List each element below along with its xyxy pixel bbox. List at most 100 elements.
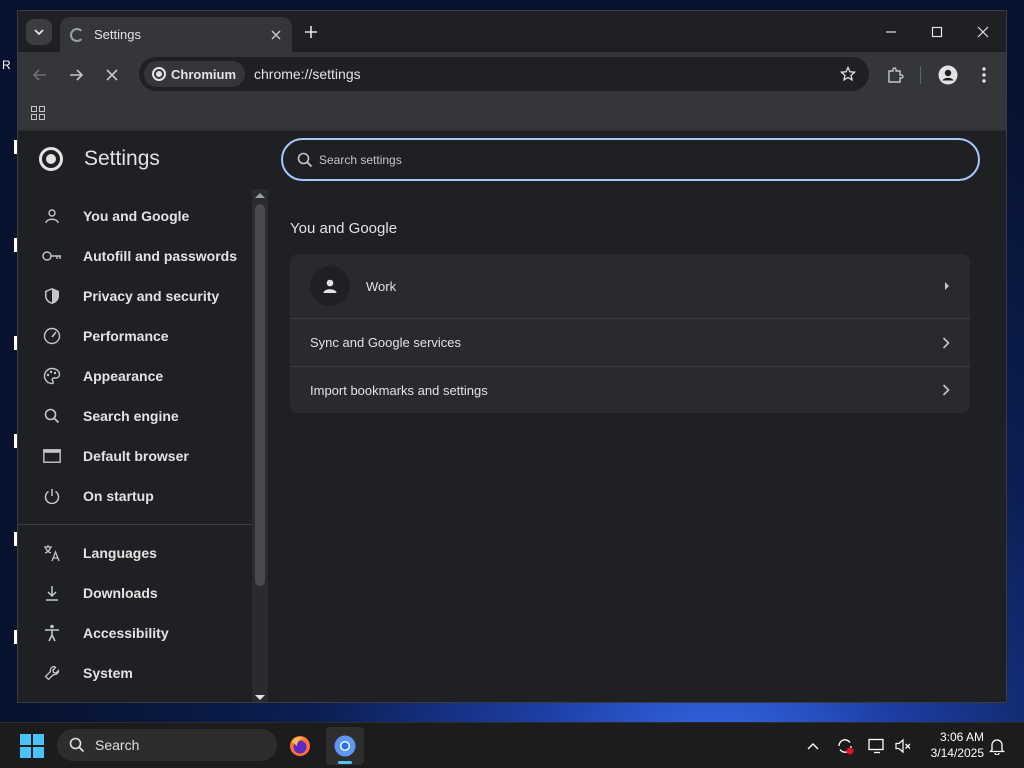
firefox-taskbar-button[interactable] [281, 727, 319, 765]
desktop-icon[interactable] [2, 434, 18, 450]
desktop-icon[interactable] [2, 532, 18, 548]
windows-logo-icon [33, 747, 44, 758]
search-icon [42, 406, 62, 426]
menu-button[interactable] [970, 61, 998, 89]
sidebar-item-performance[interactable]: Performance [18, 316, 268, 356]
plus-icon [305, 26, 317, 38]
chromium-icon [334, 735, 356, 757]
sync-services-row[interactable]: Sync and Google services [290, 318, 970, 366]
desktop-icon[interactable] [2, 336, 18, 352]
desktop-icon[interactable] [2, 238, 18, 254]
sidebar-divider [18, 524, 252, 525]
settings-main: You and Google Work Sync and Google serv… [290, 188, 970, 413]
translate-icon [42, 543, 62, 563]
desktop-icon[interactable]: R [2, 58, 18, 72]
notifications-button[interactable] [986, 723, 1008, 768]
profile-button[interactable] [934, 61, 962, 89]
scroll-up-arrow-icon[interactable] [255, 193, 265, 198]
sidebar-item-you-and-google[interactable]: You and Google [18, 196, 268, 236]
chevron-right-icon [942, 336, 950, 349]
sidebar-item-label: Default browser [83, 448, 189, 464]
sidebar-item-on-startup[interactable]: On startup [18, 476, 268, 516]
windows-logo-icon [20, 747, 31, 758]
star-icon [840, 66, 856, 82]
forward-button[interactable] [62, 61, 90, 89]
apps-grid-icon [31, 106, 45, 120]
scrollbar-thumb[interactable] [255, 204, 265, 586]
stop-loading-button[interactable] [98, 61, 126, 89]
taskbar-clock[interactable]: 3:06 AM 3/14/2025 [918, 729, 984, 761]
sidebar-item-default-browser[interactable]: Default browser [18, 436, 268, 476]
chevron-right-icon [942, 384, 950, 396]
tab-settings[interactable]: Settings [60, 17, 292, 52]
tab-title: Settings [94, 27, 141, 42]
puzzle-icon [888, 67, 904, 83]
close-icon [106, 69, 118, 81]
sidebar-item-languages[interactable]: Languages [18, 533, 268, 573]
taskbar: Search 3:06 AM 3/14/2025 [0, 722, 1024, 768]
sidebar-item-label: Appearance [83, 368, 164, 384]
sidebar-item-downloads[interactable]: Downloads [18, 573, 268, 613]
tab-close-button[interactable] [266, 25, 286, 45]
site-info-chip[interactable]: Chromium [144, 61, 245, 87]
chevron-right-icon [945, 282, 949, 290]
title-bar: Settings [18, 11, 1006, 52]
volume-tray-button[interactable] [892, 723, 914, 768]
close-icon [271, 29, 281, 40]
sidebar-item-accessibility[interactable]: Accessibility [18, 613, 268, 653]
desktop-icon[interactable] [2, 140, 18, 156]
power-icon [42, 486, 62, 506]
network-monitor-icon [868, 738, 884, 754]
close-window-button[interactable] [960, 11, 1006, 52]
bookmark-star-button[interactable] [833, 66, 863, 82]
profile-row[interactable]: Work [290, 254, 970, 318]
extensions-button[interactable] [881, 61, 909, 89]
sidebar-item-privacy[interactable]: Privacy and security [18, 276, 268, 316]
show-hidden-icons-button[interactable] [802, 723, 824, 768]
person-icon [42, 206, 62, 226]
sidebar-scrollbar[interactable] [252, 189, 268, 702]
sync-error-icon [838, 739, 854, 755]
desktop-icon[interactable] [2, 630, 18, 646]
back-button[interactable] [26, 61, 54, 89]
sidebar-item-label: System [83, 665, 133, 681]
sidebar-item-label: Performance [83, 328, 169, 344]
key-icon [42, 246, 62, 266]
person-icon [938, 65, 958, 85]
sidebar-item-search-engine[interactable]: Search engine [18, 396, 268, 436]
apps-button[interactable] [31, 106, 45, 125]
row-label: Import bookmarks and settings [310, 382, 488, 398]
start-button[interactable] [20, 734, 44, 758]
sidebar-item-label: On startup [83, 488, 154, 504]
address-bar[interactable]: Chromium chrome://settings [139, 57, 869, 91]
url-text[interactable]: chrome://settings [254, 66, 833, 82]
minimize-button[interactable] [868, 11, 914, 52]
search-input[interactable] [319, 152, 919, 167]
network-tray-button[interactable] [866, 723, 888, 768]
desktop-icon-glyph: R [2, 58, 11, 72]
sidebar-item-appearance[interactable]: Appearance [18, 356, 268, 396]
maximize-button[interactable] [914, 11, 960, 52]
more-vertical-icon [982, 67, 986, 83]
sidebar-item-system[interactable]: System [18, 653, 268, 693]
settings-search-box[interactable] [281, 138, 980, 181]
import-bookmarks-row[interactable]: Import bookmarks and settings [290, 366, 970, 413]
chromium-logo-icon [152, 67, 166, 81]
scroll-down-arrow-icon[interactable] [255, 695, 265, 700]
profile-name: Work [366, 278, 397, 294]
windows-logo-icon [20, 734, 31, 745]
maximize-icon [931, 26, 943, 37]
new-tab-button[interactable] [300, 21, 322, 43]
toolbar-divider [920, 66, 921, 84]
windows-logo-icon [33, 734, 44, 745]
sync-tray-button[interactable] [834, 723, 856, 768]
row-label: Sync and Google services [310, 335, 462, 350]
clock-date: 3/14/2025 [930, 746, 984, 760]
firefox-icon [290, 736, 310, 756]
sidebar-item-autofill[interactable]: Autofill and passwords [18, 236, 268, 276]
browser-toolbar: Chromium chrome://settings [18, 52, 1006, 96]
site-info-chip-label: Chromium [171, 66, 236, 82]
tab-search-button[interactable] [26, 19, 52, 45]
chromium-taskbar-button[interactable] [326, 727, 364, 765]
taskbar-search[interactable]: Search [57, 729, 277, 761]
